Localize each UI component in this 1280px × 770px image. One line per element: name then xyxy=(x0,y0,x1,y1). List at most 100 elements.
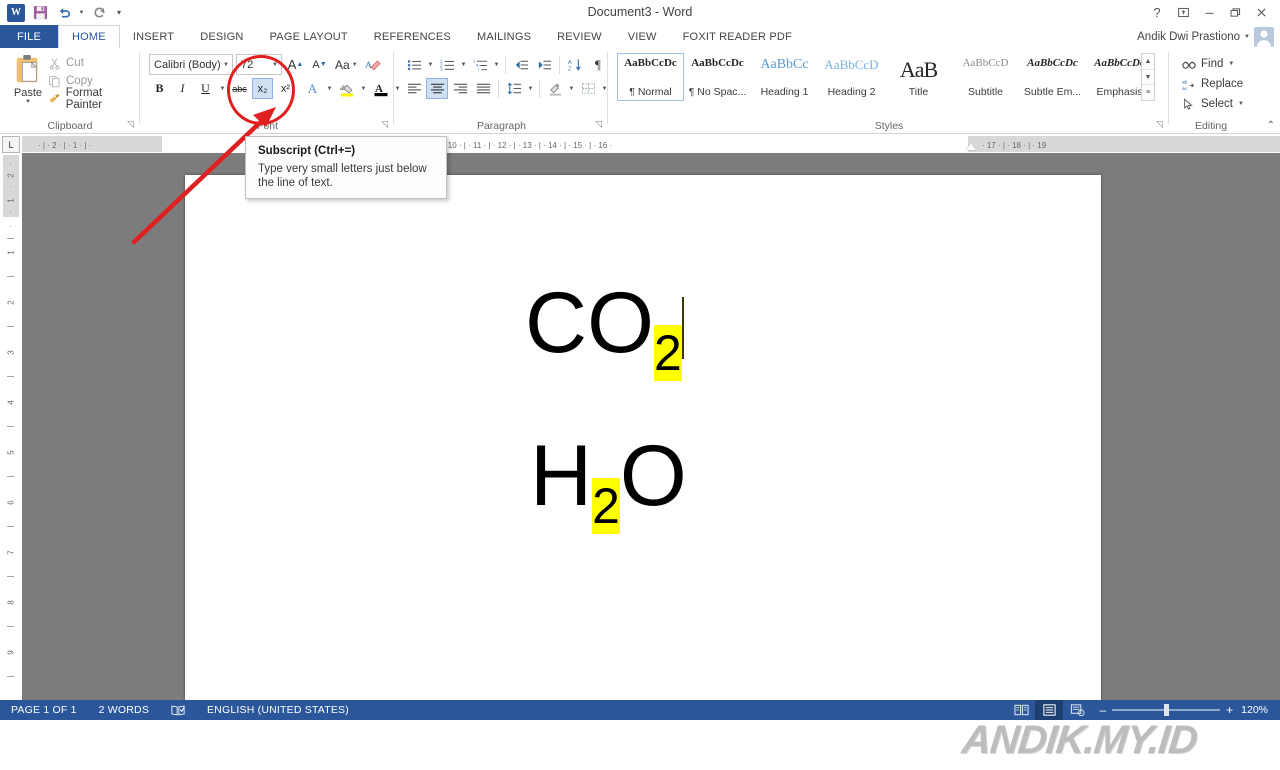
word-count[interactable]: 2 WORDS xyxy=(88,704,160,716)
clear-formatting-icon[interactable]: A xyxy=(363,54,384,75)
restore-button[interactable] xyxy=(1222,2,1248,22)
word-logo-icon[interactable]: W xyxy=(5,2,27,24)
text-highlight-color-button[interactable]: ab xyxy=(336,78,357,99)
font-name-combobox[interactable]: Calibri (Body) ▼ xyxy=(149,54,233,75)
tab-references[interactable]: REFERENCES xyxy=(361,25,464,48)
zoom-slider-track[interactable] xyxy=(1112,704,1221,716)
tab-page-layout[interactable]: PAGE LAYOUT xyxy=(257,25,361,48)
align-right-button[interactable] xyxy=(449,78,471,99)
bullets-button[interactable] xyxy=(403,54,425,75)
read-mode-view-button[interactable] xyxy=(1007,700,1035,720)
font-color-button[interactable]: A xyxy=(370,78,391,99)
tab-stop-selector[interactable]: L xyxy=(2,136,20,153)
underline-caret-icon[interactable]: ▼ xyxy=(218,78,227,99)
line-spacing-caret-icon[interactable]: ▼ xyxy=(526,78,535,99)
italic-button[interactable]: I xyxy=(172,78,193,99)
language-indicator[interactable]: ENGLISH (UNITED STATES) xyxy=(196,704,360,716)
styles-scroll-down-icon[interactable]: ▼ xyxy=(1142,70,1154,86)
find-button[interactable]: Find ▼ xyxy=(1182,54,1244,74)
font-size-caret-icon[interactable]: ▼ xyxy=(272,62,278,68)
right-indent-marker[interactable] xyxy=(966,143,976,150)
styles-more-icon[interactable]: ≡ xyxy=(1142,85,1154,100)
font-size-combobox[interactable]: 72 ▼ xyxy=(236,54,282,75)
document-line-co2[interactable]: CO2 xyxy=(525,280,684,382)
style-normal[interactable]: AaBbCcDc ¶ Normal xyxy=(617,53,684,101)
undo-icon[interactable] xyxy=(53,2,75,24)
multilevel-caret-icon[interactable]: ▼ xyxy=(492,54,501,75)
highlight-caret-icon[interactable]: ▼ xyxy=(359,78,368,99)
document-canvas[interactable]: CO2 H2O ANDIK.MY.ID xyxy=(22,153,1280,762)
decrease-indent-button[interactable] xyxy=(510,54,532,75)
customize-qat-icon[interactable]: ▾ xyxy=(112,2,126,24)
find-caret-icon[interactable]: ▼ xyxy=(1228,61,1234,67)
text-effects-button[interactable]: A xyxy=(302,78,323,99)
zoom-out-button[interactable]: – xyxy=(1099,703,1106,717)
font-name-caret-icon[interactable]: ▼ xyxy=(223,62,229,68)
close-button[interactable] xyxy=(1248,2,1274,22)
help-button[interactable]: ? xyxy=(1144,2,1170,22)
redo-icon[interactable] xyxy=(88,2,110,24)
clipboard-dialog-launcher[interactable]: ◹ xyxy=(127,119,134,130)
increase-indent-button[interactable] xyxy=(533,54,555,75)
bullets-caret-icon[interactable]: ▼ xyxy=(426,54,435,75)
shading-caret-icon[interactable]: ▼ xyxy=(567,78,576,99)
replace-button[interactable]: ab ac Replace xyxy=(1182,74,1244,94)
tab-mailings[interactable]: MAILINGS xyxy=(464,25,544,48)
account-area[interactable]: Andik Dwi Prastiono ▼ xyxy=(1137,25,1274,48)
style-title[interactable]: AaB Title xyxy=(885,53,952,101)
grow-font-icon[interactable]: A ▲ xyxy=(285,54,306,75)
style-heading-2[interactable]: AaBbCcD Heading 2 xyxy=(818,53,885,101)
document-page[interactable]: CO2 H2O xyxy=(185,175,1101,700)
style-subtle-emphasis[interactable]: AaBbCcDc Subtle Em... xyxy=(1019,53,1086,101)
paragraph-dialog-launcher[interactable]: ◹ xyxy=(595,119,602,130)
select-button[interactable]: Select ▼ xyxy=(1182,94,1244,114)
web-layout-view-button[interactable] xyxy=(1063,700,1091,720)
styles-gallery-scroll[interactable]: ▲ ▼ ≡ xyxy=(1141,53,1155,101)
zoom-slider[interactable]: – + xyxy=(1091,703,1241,717)
align-left-button[interactable] xyxy=(403,78,425,99)
shrink-font-icon[interactable]: A ▼ xyxy=(309,54,330,75)
page-indicator[interactable]: PAGE 1 OF 1 xyxy=(0,704,88,716)
select-caret-icon[interactable]: ▼ xyxy=(1238,101,1244,107)
tab-file[interactable]: FILE xyxy=(0,25,59,48)
borders-button[interactable] xyxy=(577,78,599,99)
show-formatting-marks-button[interactable]: ¶ xyxy=(587,54,609,75)
subscript-button[interactable]: x₂ xyxy=(252,78,273,99)
sort-button[interactable]: AZ xyxy=(564,54,586,75)
paste-button[interactable]: Paste ▼ xyxy=(6,54,50,116)
cut-button[interactable]: Cut xyxy=(48,54,140,72)
tab-design[interactable]: DESIGN xyxy=(187,25,256,48)
zoom-level[interactable]: 120% xyxy=(1241,704,1280,716)
style-no-spacing[interactable]: AaBbCcDc ¶ No Spac... xyxy=(684,53,751,101)
tab-foxit-reader-pdf[interactable]: FOXIT READER PDF xyxy=(670,25,805,48)
line-spacing-button[interactable] xyxy=(503,78,525,99)
numbering-caret-icon[interactable]: ▼ xyxy=(459,54,468,75)
underline-button[interactable]: U xyxy=(195,78,216,99)
styles-dialog-launcher[interactable]: ◹ xyxy=(1156,119,1163,130)
vertical-ruler[interactable]: 2 1 1 2 3 4 5 6 7 8 9 · · · · | | | | | … xyxy=(2,155,20,700)
undo-dropdown-caret-icon[interactable]: ▼ xyxy=(77,2,86,24)
collapse-ribbon-button[interactable]: ⌃ xyxy=(1267,120,1275,131)
print-layout-view-button[interactable] xyxy=(1035,700,1064,720)
font-dialog-launcher[interactable]: ◹ xyxy=(381,119,388,130)
paste-caret-icon[interactable]: ▼ xyxy=(25,99,31,105)
document-line-h2o[interactable]: H2O xyxy=(530,433,687,535)
tab-review[interactable]: REVIEW xyxy=(544,25,615,48)
zoom-slider-handle[interactable] xyxy=(1164,704,1170,716)
change-case-button[interactable]: Aa ▼ xyxy=(333,54,360,75)
tab-insert[interactable]: INSERT xyxy=(120,25,187,48)
tab-view[interactable]: VIEW xyxy=(615,25,670,48)
style-subtitle[interactable]: AaBbCcD Subtitle xyxy=(952,53,1019,101)
strikethrough-button[interactable]: abc xyxy=(229,78,250,99)
justify-button[interactable] xyxy=(472,78,494,99)
superscript-button[interactable]: x² xyxy=(275,78,296,99)
minimize-button[interactable] xyxy=(1196,2,1222,22)
numbering-button[interactable]: 123 xyxy=(436,54,458,75)
account-caret-icon[interactable]: ▼ xyxy=(1244,34,1250,40)
zoom-in-button[interactable]: + xyxy=(1226,703,1233,717)
style-heading-1[interactable]: AaBbCc Heading 1 xyxy=(751,53,818,101)
proofing-errors-icon[interactable] xyxy=(160,704,196,716)
save-icon[interactable] xyxy=(29,2,51,24)
bold-button[interactable]: B xyxy=(149,78,170,99)
format-painter-button[interactable]: Format Painter xyxy=(48,87,140,111)
